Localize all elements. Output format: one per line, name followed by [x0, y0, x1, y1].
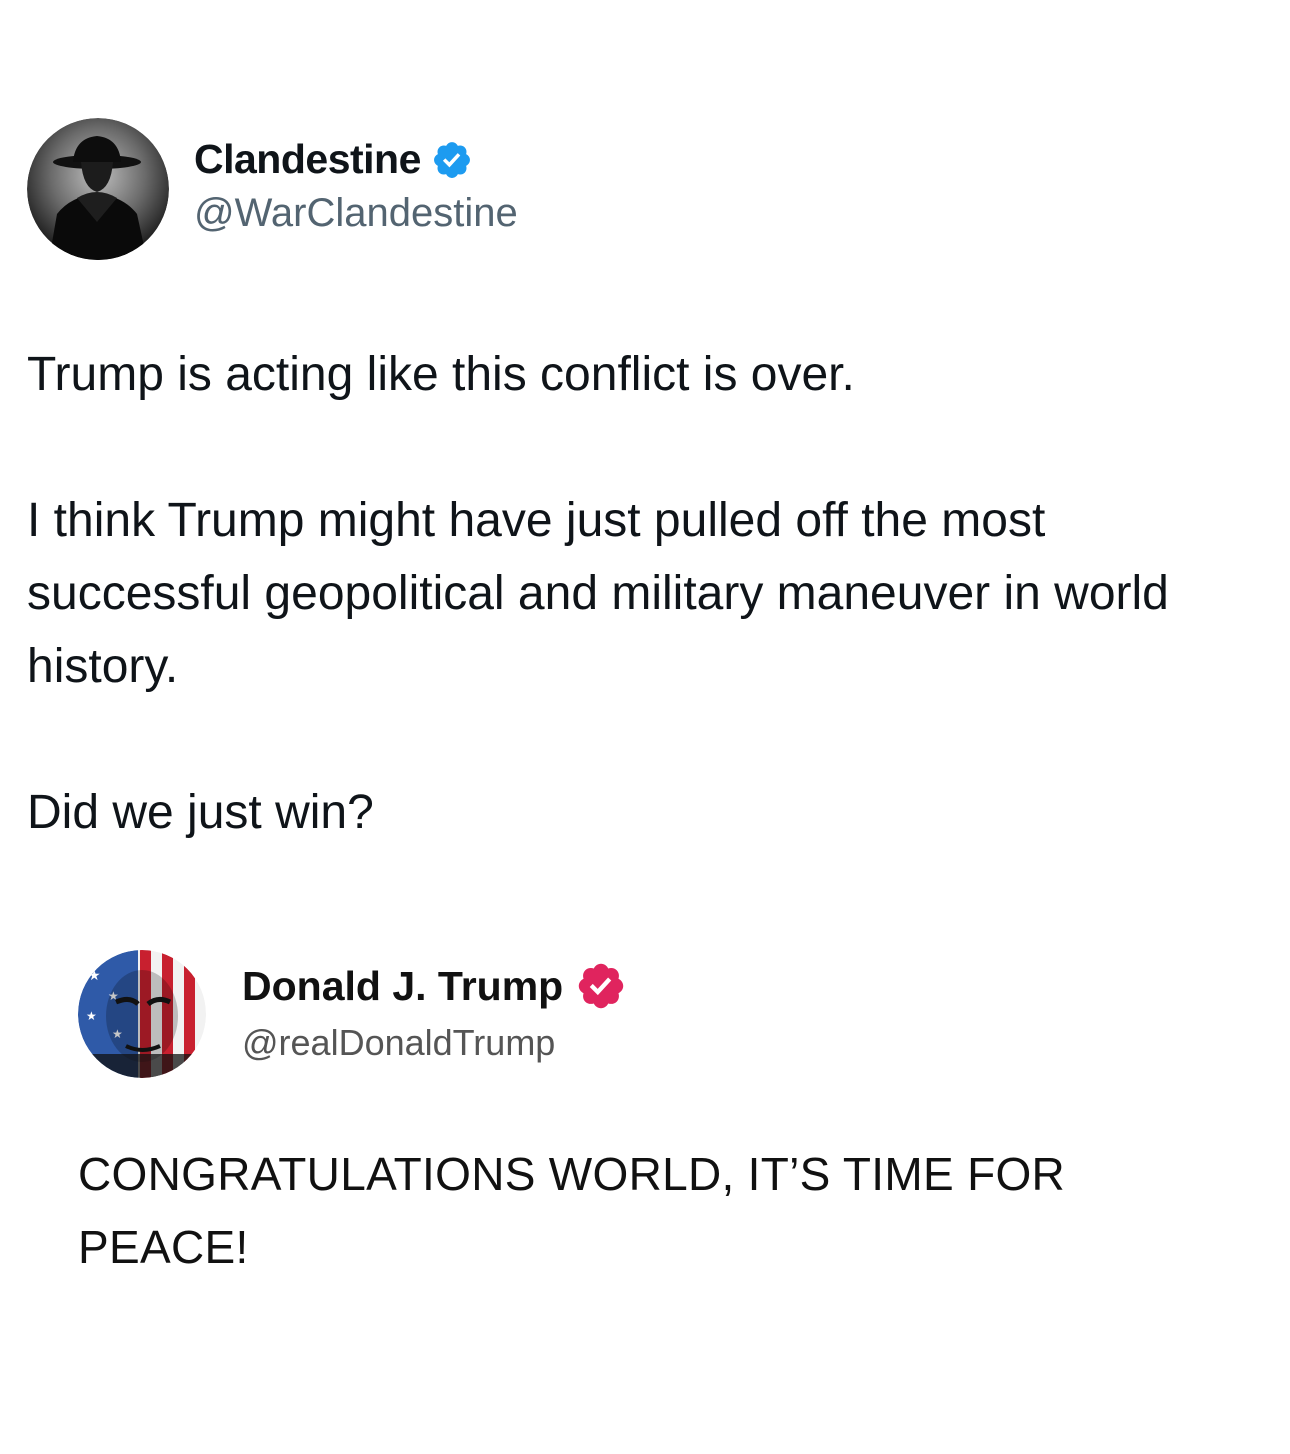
- quoted-post-text: CONGRATULATIONS WORLD, IT’S TIME FOR PEA…: [78, 1148, 1066, 1273]
- author-names: Clandestine @WarClandestine: [194, 136, 518, 236]
- flag-face-avatar-icon: ★ ★ ★ ★: [78, 950, 206, 1078]
- quoted-display-name[interactable]: Donald J. Trump: [242, 963, 563, 1010]
- verified-badge-icon: [578, 963, 624, 1009]
- svg-text:★: ★: [88, 968, 101, 984]
- quoted-avatar[interactable]: ★ ★ ★ ★: [78, 950, 206, 1078]
- tweet-paragraph: Did we just win?: [27, 786, 374, 839]
- tweet-header: Clandestine @WarClandestine: [27, 118, 518, 260]
- display-name-row: Clandestine: [194, 136, 518, 183]
- tweet-text: Trump is acting like this conflict is ov…: [27, 338, 1247, 849]
- svg-text:★: ★: [86, 1009, 97, 1023]
- verified-badge-icon: [433, 141, 470, 178]
- quoted-author-names: Donald J. Trump @realDonaldTrump: [242, 960, 627, 1064]
- handle[interactable]: @WarClandestine: [194, 191, 518, 236]
- display-name[interactable]: Clandestine: [194, 136, 421, 183]
- tweet-paragraph: I think Trump might have just pulled off…: [27, 494, 1169, 693]
- tweet-paragraph: Trump is acting like this conflict is ov…: [27, 348, 855, 401]
- quoted-post[interactable]: ★ ★ ★ ★ Donald J. Trump @realDonaldTrump…: [78, 950, 1248, 1284]
- spy-silhouette-avatar-icon: [27, 118, 169, 260]
- tweet: Clandestine @WarClandestine Trump is act…: [0, 0, 1290, 1454]
- quoted-display-name-row: Donald J. Trump: [242, 960, 627, 1012]
- avatar[interactable]: [27, 118, 169, 260]
- quoted-post-header: ★ ★ ★ ★ Donald J. Trump @realDonaldTrump: [78, 950, 1248, 1078]
- quoted-handle[interactable]: @realDonaldTrump: [242, 1022, 627, 1064]
